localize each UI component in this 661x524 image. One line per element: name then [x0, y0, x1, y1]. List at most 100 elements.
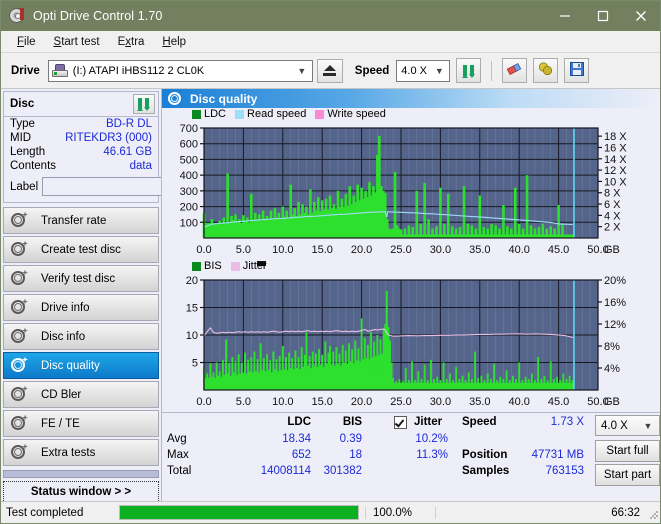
sidebar-item-label: CD Bler — [41, 388, 82, 401]
svg-text:8 X: 8 X — [604, 188, 621, 200]
maximize-icon[interactable] — [584, 1, 622, 31]
progress-bar — [119, 505, 359, 520]
sidebar-spacer — [3, 470, 159, 478]
save-button[interactable] — [564, 58, 590, 83]
main-body: Disc Type BD-R DL MID RITEKDR3 (000) Len… — [1, 89, 660, 505]
svg-text:300: 300 — [180, 186, 198, 198]
app-icon-accent — [20, 8, 24, 20]
svg-text:20.0: 20.0 — [351, 396, 372, 408]
menu-file[interactable]: File — [8, 33, 45, 51]
legend-swatch-bis — [192, 261, 201, 271]
window-controls — [546, 1, 660, 31]
disc-info-panel: Disc Type BD-R DL MID RITEKDR3 (000) Len… — [3, 91, 246, 203]
start-part-button[interactable]: Start part — [595, 464, 660, 486]
result-speed-select[interactable]: 4.0 X ▼ — [595, 415, 660, 436]
close-icon[interactable] — [622, 1, 660, 31]
menu-start-test[interactable]: Start test — [45, 33, 109, 51]
stats-samples-label: Samples — [462, 465, 510, 477]
stats-speed-label: Speed — [462, 416, 497, 428]
legend-label-bis: BIS — [204, 260, 222, 272]
legend-swatch-jitter — [230, 261, 240, 271]
resize-grip-icon[interactable] — [649, 510, 659, 520]
status-window-button[interactable]: Status window > > — [3, 481, 159, 503]
sidebar-item-extra-tests[interactable]: Extra tests — [3, 439, 159, 466]
svg-text:500: 500 — [180, 154, 198, 166]
drive-select[interactable]: (I:) ATAPI iHBS112 2 CL0K ▼ — [47, 59, 313, 82]
menu-help[interactable]: Help — [153, 33, 195, 51]
disc-row-key: Length — [10, 146, 46, 158]
stats-samples-value: 763153 — [545, 465, 584, 477]
disc-icon — [11, 356, 28, 374]
stats-jitter-max: 11.3% — [416, 449, 448, 461]
refresh-button[interactable] — [456, 58, 482, 83]
drive-select-value: (I:) ATAPI iHBS112 2 CL0K — [72, 64, 205, 77]
bulb-button[interactable] — [533, 58, 559, 83]
svg-text:14 X: 14 X — [604, 154, 627, 166]
disc-row-type: Type BD-R DL — [4, 117, 158, 131]
ldc-chart-legend: LDC Read speed Write speed — [192, 108, 392, 120]
svg-text:45.0: 45.0 — [548, 244, 569, 256]
disc-row-key: MID — [10, 132, 32, 144]
title-bar: Opti Drive Control 1.70 — [1, 1, 660, 31]
svg-text:2 X: 2 X — [604, 222, 621, 234]
stats-row-total: Total — [167, 465, 192, 477]
sidebar-item-label: Drive info — [41, 301, 90, 314]
disc-row-value: 46.61 GB — [103, 146, 152, 158]
jitter-checkbox[interactable] — [394, 416, 407, 429]
sidebar-item-verify-test-disc[interactable]: Verify test disc — [3, 265, 159, 292]
disc-panel-header: Disc — [4, 92, 158, 117]
app-window: Opti Drive Control 1.70 File Start test … — [0, 0, 661, 524]
stats-bis-max: 18 — [349, 449, 362, 461]
speed-select[interactable]: 4.0 X ▼ — [396, 59, 451, 82]
disc-icon — [11, 211, 28, 229]
sidebar-item-transfer-rate[interactable]: Transfer rate — [3, 207, 159, 234]
disc-refresh-button[interactable] — [133, 94, 155, 114]
svg-text:5.0: 5.0 — [236, 244, 251, 256]
start-full-button[interactable]: Start full — [595, 440, 660, 462]
svg-text:4%: 4% — [604, 363, 620, 375]
svg-text:GB: GB — [604, 396, 620, 408]
stats-ldc-max: 652 — [291, 449, 311, 461]
chevron-down-icon: ▼ — [643, 420, 653, 431]
sidebar-item-cd-bler[interactable]: CD Bler — [3, 381, 159, 408]
svg-text:25.0: 25.0 — [390, 396, 411, 408]
svg-text:35.0: 35.0 — [469, 244, 490, 256]
status-text: Test completed — [6, 506, 84, 519]
minimize-icon[interactable] — [546, 1, 584, 31]
sidebar-item-label: Verify test disc — [41, 272, 116, 285]
disc-icon — [11, 414, 28, 432]
sidebar-item-disc-quality[interactable]: Disc quality — [3, 352, 159, 379]
svg-text:16%: 16% — [604, 297, 626, 309]
sidebar-item-fe-te[interactable]: FE / TE — [3, 410, 159, 437]
erase-button[interactable] — [502, 58, 528, 83]
svg-text:40.0: 40.0 — [508, 396, 529, 408]
refresh-icon — [136, 96, 152, 112]
eject-button[interactable] — [316, 58, 343, 83]
bis-chart: BIS Jitter 5 10 15 20 4% 8% 12% 16% 20% 0.0 5.0 10.… — [162, 260, 660, 412]
sidebar-item-create-test-disc[interactable]: Create test disc — [3, 236, 159, 263]
svg-text:10 X: 10 X — [604, 176, 627, 188]
sidebar: Disc Type BD-R DL MID RITEKDR3 (000) Len… — [1, 89, 246, 505]
svg-text:45.0: 45.0 — [548, 396, 569, 408]
svg-text:30.0: 30.0 — [430, 396, 451, 408]
toolbar-separator — [491, 60, 493, 81]
svg-text:0.0: 0.0 — [196, 396, 211, 408]
disc-row-mid: MID RITEKDR3 (000) — [4, 131, 158, 145]
sidebar-item-disc-info[interactable]: Disc info — [3, 323, 159, 350]
disc-row-value: RITEKDR3 (000) — [65, 132, 152, 144]
drive-label: Drive — [11, 64, 40, 77]
svg-text:20: 20 — [186, 275, 198, 287]
svg-text:25.0: 25.0 — [390, 244, 411, 256]
status-bar: Test completed 100.0% 66:32 — [1, 501, 660, 523]
legend-label-write-speed: Write speed — [327, 108, 386, 120]
legend-swatch-ldc — [192, 109, 201, 119]
svg-text:20%: 20% — [604, 275, 626, 287]
ldc-plot: 100 200 300 400 500 600 700 2 X4 X6 X8 X10 X12 … — [180, 123, 628, 256]
svg-text:20.0: 20.0 — [351, 244, 372, 256]
svg-text:GB: GB — [604, 244, 620, 256]
svg-text:18 X: 18 X — [604, 131, 627, 143]
svg-text:15: 15 — [186, 303, 198, 315]
menu-extra[interactable]: Extra — [109, 33, 154, 51]
sidebar-item-drive-info[interactable]: Drive info — [3, 294, 159, 321]
sidebar-item-label: Transfer rate — [41, 214, 107, 227]
